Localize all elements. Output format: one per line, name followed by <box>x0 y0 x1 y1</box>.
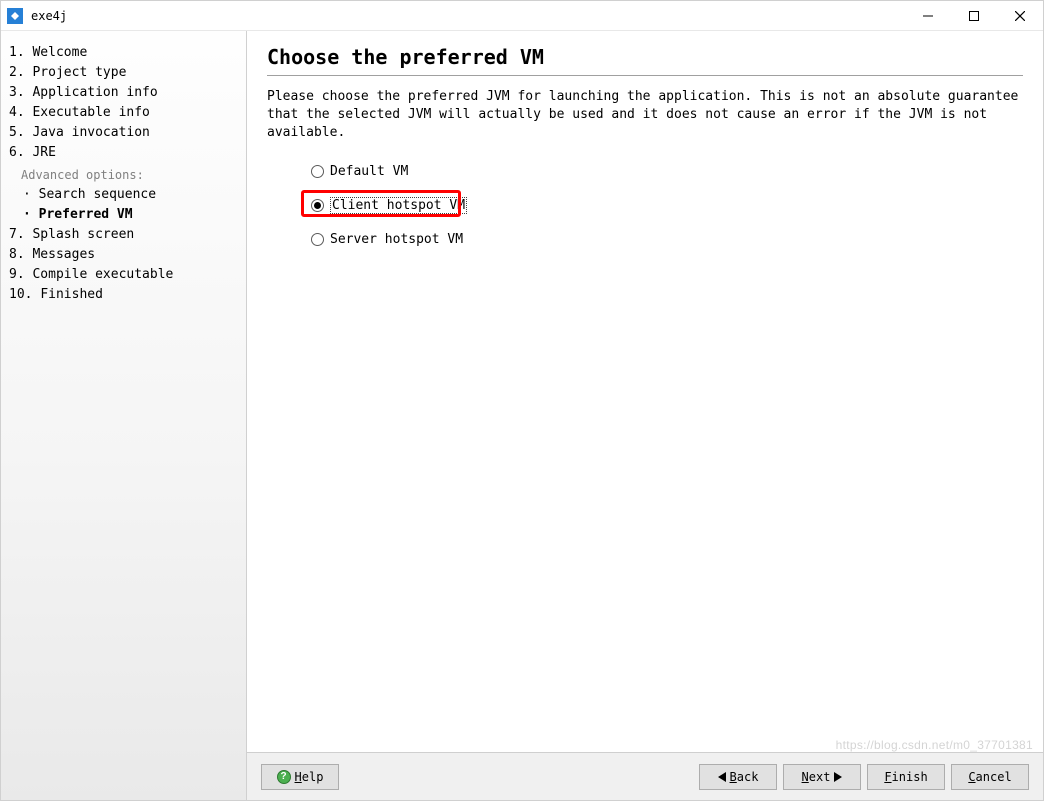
button-label: Next <box>802 770 831 784</box>
step-compile-executable[interactable]: 9. Compile executable <box>7 265 246 285</box>
step-project-type[interactable]: 2. Project type <box>7 63 246 83</box>
wizard-steps: 1. Welcome 2. Project type 3. Applicatio… <box>7 43 246 305</box>
step-welcome[interactable]: 1. Welcome <box>7 43 246 63</box>
button-label: Back <box>730 770 759 784</box>
button-label: Cancel <box>968 770 1011 784</box>
next-button[interactable]: Next <box>783 764 861 790</box>
radio-server-hotspot-vm[interactable]: Server hotspot VM <box>311 232 1023 247</box>
radio-label: Server hotspot VM <box>330 232 463 247</box>
sidebar: 1. Welcome 2. Project type 3. Applicatio… <box>1 31 247 800</box>
radio-icon <box>311 199 324 212</box>
titlebar-left: exe4j <box>7 8 67 24</box>
step-preferred-vm[interactable]: Preferred VM <box>7 205 246 225</box>
button-label: Finish <box>884 770 927 784</box>
main: Choose the preferred VM Please choose th… <box>247 31 1043 800</box>
advanced-options-header: Advanced options: <box>7 163 246 185</box>
heading-separator <box>267 75 1023 76</box>
cancel-button[interactable]: Cancel <box>951 764 1029 790</box>
minimize-button[interactable] <box>905 1 951 31</box>
app-window: exe4j 1. Welcome 2. Project type 3. Appl… <box>0 0 1044 801</box>
page-title: Choose the preferred VM <box>267 45 1023 69</box>
step-finished[interactable]: 10. Finished <box>7 285 246 305</box>
radio-client-hotspot-vm[interactable]: Client hotspot VM <box>311 197 1023 214</box>
radio-default-vm[interactable]: Default VM <box>311 164 1023 179</box>
step-executable-info[interactable]: 4. Executable info <box>7 103 246 123</box>
step-application-info[interactable]: 3. Application info <box>7 83 246 103</box>
app-icon <box>7 8 23 24</box>
radio-icon <box>311 233 324 246</box>
help-button[interactable]: ? Help <box>261 764 339 790</box>
content: Choose the preferred VM Please choose th… <box>247 31 1043 752</box>
radio-label: Client hotspot VM <box>330 197 467 214</box>
help-icon: ? <box>277 770 291 784</box>
button-label: Help <box>295 770 324 784</box>
titlebar: exe4j <box>1 1 1043 31</box>
back-button[interactable]: Back <box>699 764 777 790</box>
step-search-sequence[interactable]: Search sequence <box>7 185 246 205</box>
titlebar-buttons <box>905 1 1043 30</box>
step-java-invocation[interactable]: 5. Java invocation <box>7 123 246 143</box>
radio-label: Default VM <box>330 164 408 179</box>
page-description: Please choose the preferred JVM for laun… <box>267 88 1023 142</box>
chevron-left-icon <box>718 772 726 782</box>
step-splash-screen[interactable]: 7. Splash screen <box>7 225 246 245</box>
step-jre[interactable]: 6. JRE <box>7 143 246 163</box>
vm-radio-group: Default VM Client hotspot VM Server hots… <box>267 164 1023 247</box>
bottombar: ? Help Back Next Finish Cancel <box>247 752 1043 800</box>
image-watermark: https://blog.csdn.net/m0_37701381 <box>836 738 1033 752</box>
body: 1. Welcome 2. Project type 3. Applicatio… <box>1 31 1043 800</box>
finish-button[interactable]: Finish <box>867 764 945 790</box>
window-title: exe4j <box>31 9 67 23</box>
maximize-button[interactable] <box>951 1 997 31</box>
step-messages[interactable]: 8. Messages <box>7 245 246 265</box>
chevron-right-icon <box>834 772 842 782</box>
radio-icon <box>311 165 324 178</box>
close-button[interactable] <box>997 1 1043 31</box>
